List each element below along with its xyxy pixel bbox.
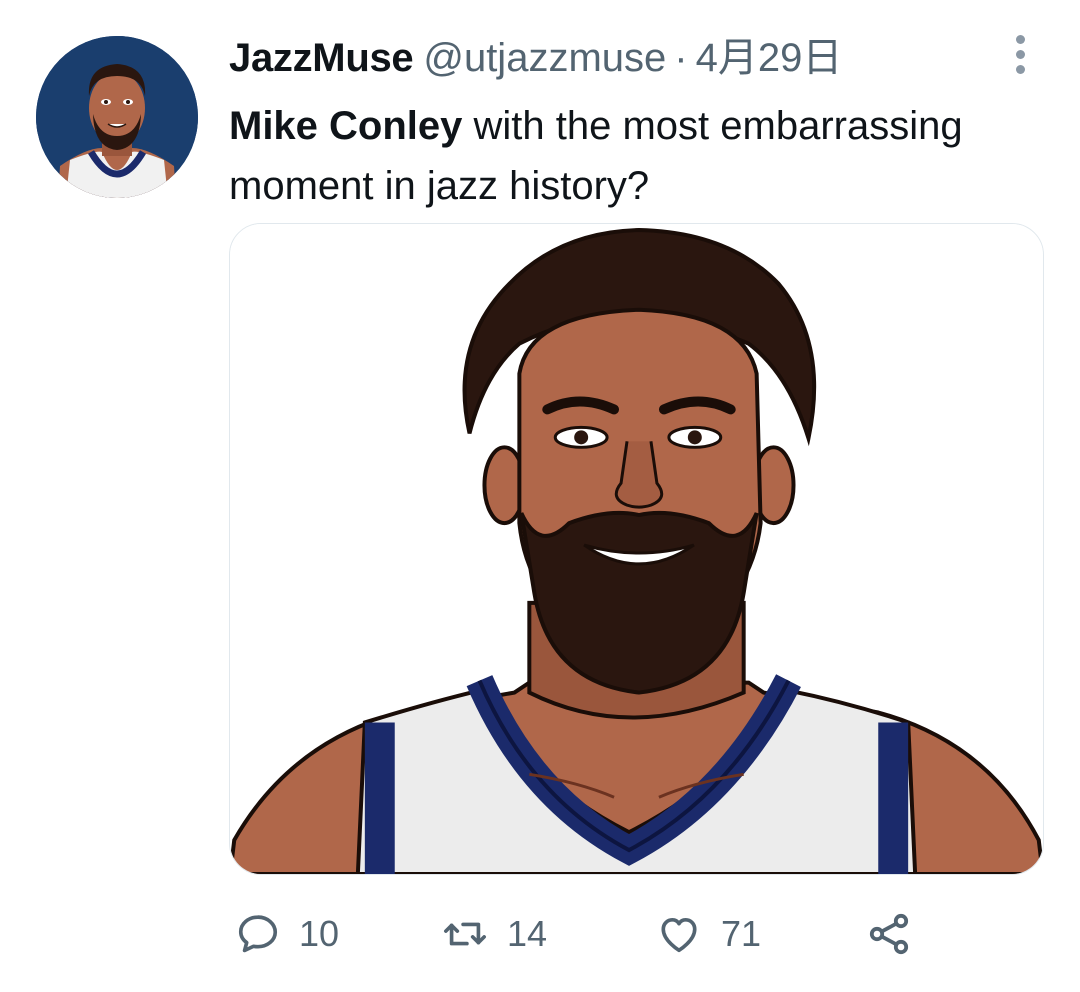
tweet-text-mention: Mike Conley xyxy=(229,104,463,148)
display-name[interactable]: JazzMuse xyxy=(229,36,414,80)
more-options-icon[interactable] xyxy=(1008,32,1032,76)
retweet-count: 14 xyxy=(507,913,548,954)
reply-count: 10 xyxy=(299,913,340,954)
reply-bubble-icon xyxy=(238,915,278,953)
tweet-header: JazzMuse @utjazzmuse · 4月29日 xyxy=(229,36,842,80)
like-button[interactable]: 71 xyxy=(655,908,761,960)
player-illustration xyxy=(230,224,1043,874)
retweet-button[interactable]: 14 xyxy=(441,908,547,960)
heart-icon xyxy=(661,917,697,953)
share-icon xyxy=(869,913,909,955)
tweet-date[interactable]: 4月29日 xyxy=(696,36,843,80)
tweet-card[interactable]: JazzMuse @utjazzmuse · 4月29日 Mike Conley wi… xyxy=(0,0,1080,992)
share-button[interactable] xyxy=(865,908,913,960)
tweet-media-image[interactable] xyxy=(229,223,1044,875)
avatar[interactable] xyxy=(36,36,198,198)
reply-button[interactable]: 10 xyxy=(235,908,339,960)
tweet-actions-bar: 10 14 71 xyxy=(229,908,929,960)
separator-dot: · xyxy=(674,36,688,80)
like-count: 71 xyxy=(721,913,762,954)
tweet-text: Mike Conley with the most embarrassing m… xyxy=(229,96,1049,216)
retweet-icon xyxy=(444,922,486,946)
avatar-illustration xyxy=(36,36,198,198)
user-handle[interactable]: @utjazzmuse xyxy=(423,36,666,80)
